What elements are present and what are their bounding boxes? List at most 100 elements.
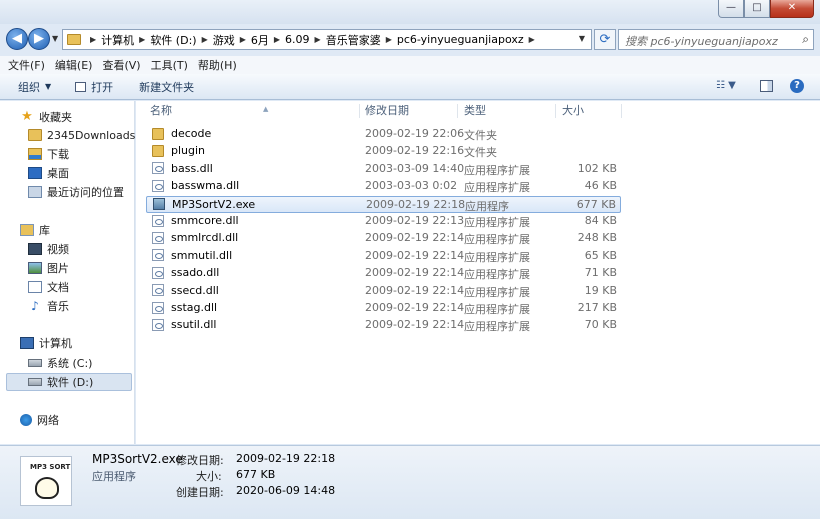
column-divider[interactable]	[555, 104, 556, 118]
forward-button[interactable]: ▶	[28, 28, 50, 50]
chevron-right-icon[interactable]: ▶	[139, 35, 145, 44]
chevron-right-icon[interactable]: ▶	[315, 35, 321, 44]
file-name-cell[interactable]: decode	[152, 127, 211, 140]
breadcrumb-computer[interactable]: 计算机	[101, 32, 134, 48]
file-size: 19 KB	[584, 283, 617, 297]
nav-videos[interactable]: 视频	[28, 240, 69, 258]
chevron-right-icon[interactable]: ▶	[529, 35, 535, 44]
chevron-right-icon[interactable]: ▶	[202, 35, 208, 44]
file-name-cell[interactable]: ssado.dll	[152, 266, 219, 279]
nav-computer[interactable]: 计算机	[20, 334, 72, 352]
file-row[interactable]: sstag.dll 2009-02-19 22:14 应用程序扩展 217 KB	[146, 300, 621, 317]
minimize-button[interactable]: —	[718, 0, 744, 18]
breadcrumb-6-09[interactable]: 6.09	[285, 33, 310, 46]
address-bar[interactable]: ▶ 计算机 ▶ 软件 (D:) ▶ 游戏 ▶ 6月 ▶ 6.09 ▶ 音乐管家婆…	[62, 29, 592, 50]
chevron-right-icon[interactable]: ▶	[386, 35, 392, 44]
menu-help[interactable]: 帮助(H)	[198, 57, 237, 73]
recent-pages-dropdown[interactable]: ▼	[52, 34, 58, 43]
organize-button[interactable]: 组织 ▼	[18, 79, 51, 95]
file-row[interactable]: decode 2009-02-19 22:06 文件夹	[146, 126, 621, 143]
file-row[interactable]: MP3SortV2.exe 2009-02-19 22:18 应用程序 677 KB	[146, 195, 621, 213]
nav-documents[interactable]: 文档	[28, 278, 69, 296]
application-icon	[153, 198, 165, 211]
search-box[interactable]: 搜索 pc6-yinyueguanjiapoxz ⌕	[618, 29, 814, 50]
menu-tools[interactable]: 工具(T)	[151, 57, 188, 73]
chevron-right-icon[interactable]: ▶	[90, 35, 96, 44]
menu-view[interactable]: 查看(V)	[102, 57, 140, 73]
back-button[interactable]: ◀	[6, 28, 28, 50]
file-name-cell[interactable]: sstag.dll	[152, 301, 217, 314]
nav-network[interactable]: 网络	[20, 411, 59, 429]
refresh-button[interactable]: ⟳	[594, 29, 616, 50]
file-row[interactable]: plugin 2009-02-19 22:16 文件夹	[146, 143, 621, 160]
nav-music[interactable]: ♪ 音乐	[28, 297, 69, 315]
file-row[interactable]: ssado.dll 2009-02-19 22:14 应用程序扩展 71 KB	[146, 265, 621, 282]
file-row[interactable]: basswma.dll 2003-03-03 0:02 应用程序扩展 46 KB	[146, 178, 621, 195]
column-divider[interactable]	[457, 104, 458, 118]
breadcrumb-june[interactable]: 6月	[251, 32, 269, 48]
nav-drive-c[interactable]: 系统 (C:)	[28, 354, 92, 372]
search-icon[interactable]: ⌕	[802, 32, 809, 47]
file-row[interactable]: smmcore.dll 2009-02-19 22:13 应用程序扩展 84 KB	[146, 213, 621, 230]
file-name-cell[interactable]: plugin	[152, 144, 205, 157]
nav-2345downloads-label: 2345Downloads	[47, 128, 136, 142]
file-name-cell[interactable]: MP3SortV2.exe	[153, 198, 255, 211]
preview-pane-icon[interactable]	[760, 80, 773, 92]
menu-edit[interactable]: 编辑(E)	[55, 57, 93, 73]
dll-file-icon	[152, 284, 164, 297]
file-row[interactable]: smmutil.dll 2009-02-19 22:14 应用程序扩展 65 KB	[146, 248, 621, 265]
column-divider[interactable]	[621, 104, 622, 118]
file-size: 248 KB	[577, 231, 617, 245]
file-size: 677 KB	[576, 197, 616, 211]
breadcrumb-games[interactable]: 游戏	[213, 32, 235, 48]
chevron-right-icon[interactable]: ▶	[274, 35, 280, 44]
column-header-size[interactable]: 大小	[562, 101, 584, 121]
file-row[interactable]: bass.dll 2003-03-09 14:40 应用程序扩展 102 KB	[146, 161, 621, 178]
file-row[interactable]: ssecd.dll 2009-02-19 22:14 应用程序扩展 19 KB	[146, 283, 621, 300]
file-thumbnail: MP3 SORT	[20, 456, 72, 506]
help-icon[interactable]: ?	[790, 79, 804, 93]
file-row[interactable]: ssutil.dll 2009-02-19 22:14 应用程序扩展 70 KB	[146, 317, 621, 334]
column-header-date[interactable]: 修改日期	[365, 101, 409, 121]
file-date: 2009-02-19 22:14	[365, 301, 465, 314]
nav-recent-places[interactable]: 最近访问的位置	[28, 183, 124, 201]
network-icon	[20, 414, 32, 426]
file-row[interactable]: smmlrcdl.dll 2009-02-19 22:14 应用程序扩展 248 KB	[146, 230, 621, 247]
column-divider[interactable]	[359, 104, 360, 118]
nav-drive-d[interactable]: 软件 (D:)	[6, 373, 132, 391]
breadcrumb-current-folder[interactable]: pc6-yinyueguanjiapoxz	[397, 33, 524, 46]
column-header-name[interactable]: 名称 ▲	[150, 101, 360, 121]
nav-desktop[interactable]: 桌面	[28, 164, 69, 182]
folder-icon	[67, 34, 81, 45]
open-button[interactable]: 打开	[75, 79, 113, 95]
file-name: bass.dll	[171, 161, 213, 175]
new-folder-button[interactable]: 新建文件夹	[139, 79, 194, 95]
nav-pictures[interactable]: 图片	[28, 259, 69, 277]
file-name-cell[interactable]: bass.dll	[152, 162, 213, 175]
music-note-icon: ♪	[31, 299, 39, 313]
nav-downloads[interactable]: 下载	[28, 145, 69, 163]
breadcrumb-drive-d[interactable]: 软件 (D:)	[150, 32, 196, 48]
nav-2345downloads[interactable]: 2345Downloads	[28, 126, 135, 144]
nav-libraries[interactable]: 库	[20, 221, 50, 239]
address-dropdown-icon[interactable]: ▼	[579, 34, 585, 43]
file-name-cell[interactable]: smmcore.dll	[152, 214, 239, 227]
menu-file[interactable]: 文件(F)	[8, 57, 45, 73]
navigation-pane: ★ 收藏夹 2345Downloads 下载 桌面 最近访问的位置 库 视频 图…	[0, 101, 135, 444]
file-name-cell[interactable]: basswma.dll	[152, 179, 239, 192]
file-name-cell[interactable]: ssutil.dll	[152, 318, 216, 331]
chevron-right-icon[interactable]: ▶	[240, 35, 246, 44]
close-button[interactable]: ✕	[770, 0, 814, 18]
file-name: smmcore.dll	[171, 214, 239, 227]
file-name-cell[interactable]: smmutil.dll	[152, 249, 232, 262]
open-label: 打开	[91, 80, 114, 94]
maximize-button[interactable]: □	[744, 0, 770, 18]
change-view-icon[interactable]: ☷ ▼	[716, 80, 736, 91]
file-name-cell[interactable]: smmlrcdl.dll	[152, 231, 238, 244]
file-name-cell[interactable]: ssecd.dll	[152, 284, 219, 297]
nav-favorites[interactable]: ★ 收藏夹	[20, 108, 72, 126]
column-header-type[interactable]: 类型	[464, 101, 486, 121]
breadcrumb-music-manager[interactable]: 音乐管家婆	[326, 32, 381, 48]
file-type: 应用程序扩展	[464, 320, 530, 334]
nav-downloads-label: 下载	[47, 148, 69, 161]
